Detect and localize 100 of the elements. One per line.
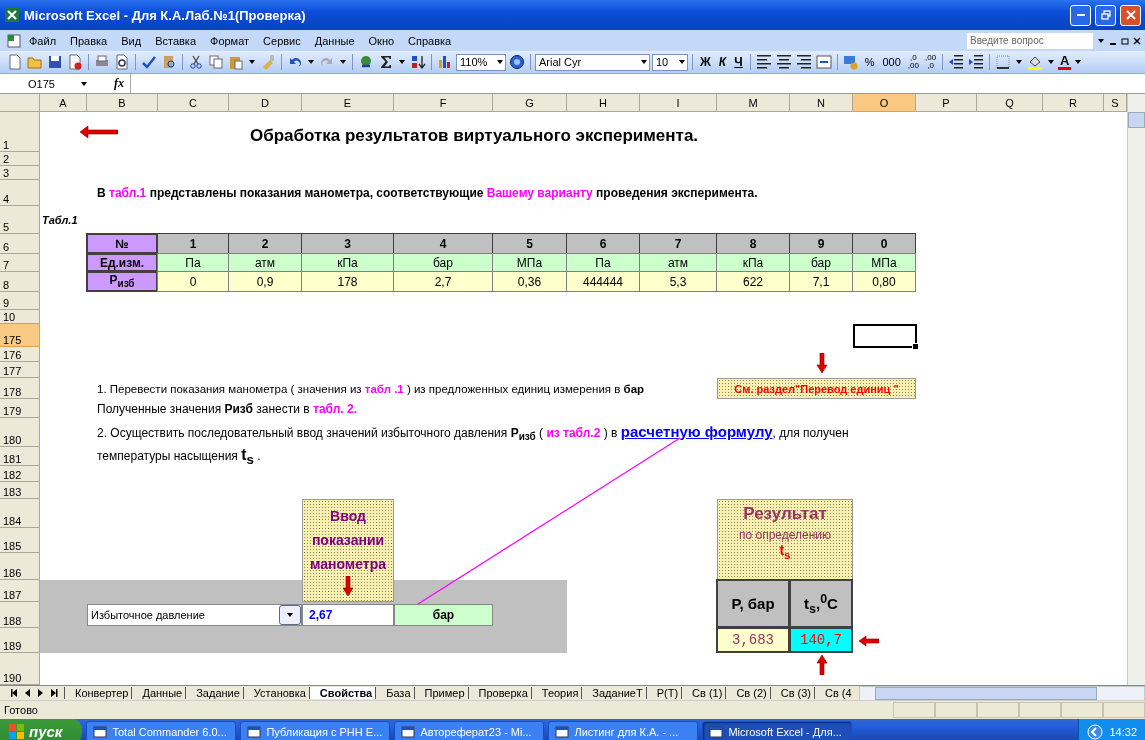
caret-icon[interactable] [1015,58,1024,66]
fill-color-icon[interactable] [1027,54,1044,70]
column-header[interactable]: R [1043,94,1104,112]
sheet-tab[interactable]: ЗаданиеТ [581,687,646,699]
cut-icon[interactable] [188,54,204,70]
taskbar-button[interactable]: Автореферат23 - Mi... [394,721,545,740]
left-triangle-icon[interactable] [10,688,19,698]
column-header[interactable]: E [302,94,394,112]
sheet-tab[interactable]: Данные [131,687,186,699]
copy-icon[interactable] [208,54,224,70]
selected-cell[interactable] [853,324,917,348]
right-triangle-icon[interactable] [36,688,45,698]
minimize-button[interactable] [1070,4,1091,26]
caret-icon[interactable] [398,58,406,66]
sheet-tab[interactable]: Св (2) [725,687,770,699]
paste-icon[interactable] [228,54,244,70]
menu-item[interactable]: Вид [114,32,149,49]
row-header[interactable]: 187 [0,580,40,602]
column-header[interactable]: A [40,94,87,112]
start-button[interactable]: пуск [0,719,83,740]
sheet-tab[interactable]: Св (1) [681,687,726,699]
align-right-icon[interactable] [795,54,812,70]
sheet-tab[interactable]: Свойства [308,687,376,699]
spelling-icon[interactable] [141,54,157,70]
sheet-tab[interactable]: Пример [413,687,468,699]
help-search-field[interactable]: Введите вопрос [967,32,1093,49]
caret-icon[interactable] [80,79,88,88]
caret-icon[interactable] [248,58,256,66]
column-header[interactable]: S [1104,94,1127,112]
caret-icon[interactable] [640,58,648,66]
font-color-button[interactable]: A [1058,54,1072,70]
horizontal-scrollbar[interactable] [858,686,1145,700]
currency-icon[interactable] [842,54,859,70]
row-header[interactable]: 181 [0,447,40,466]
align-center-icon[interactable] [775,54,792,70]
caret-icon[interactable] [678,58,686,66]
column-header[interactable]: F [394,94,493,112]
column-header[interactable]: G [493,94,567,112]
column-header[interactable]: H [567,94,640,112]
caret-icon[interactable] [1097,36,1105,45]
column-header[interactable]: O [853,94,916,112]
caret-icon[interactable] [286,611,294,619]
sheet-tab[interactable]: Задание [185,687,243,699]
column-header[interactable]: I [640,94,717,112]
sort-icon[interactable] [410,54,426,70]
font-size-field[interactable]: 10 [652,53,688,71]
menu-item[interactable]: Файл [22,32,64,49]
row-header[interactable]: 188 [0,602,40,628]
decimal-button[interactable]: ,00 ,0 [922,54,939,70]
caret-icon[interactable] [307,58,315,66]
formula-link[interactable]: расчетную формулу [620,422,773,440]
font-field[interactable]: Arial Cyr [535,53,650,71]
permission-icon[interactable] [67,54,83,70]
menu-item[interactable]: Сервис [256,32,308,49]
vertical-scrollbar[interactable] [1127,94,1145,685]
row-header[interactable]: 179 [0,399,40,418]
menu-item[interactable]: Данные [307,32,362,49]
row-header[interactable]: 1 [0,112,40,152]
chart-icon[interactable] [437,54,453,70]
right-triangle-icon[interactable] [49,688,58,698]
number-format-button[interactable]: % [861,56,878,68]
function-label[interactable]: fx [114,76,124,91]
taskbar-button[interactable]: Листинг для К.А. - ... [548,721,699,740]
text-style-button[interactable]: Ж [697,55,714,69]
sheet-tab[interactable]: Теория [530,687,582,699]
column-header[interactable]: C [158,94,229,112]
left-triangle-icon[interactable] [23,688,32,698]
caret-icon[interactable] [496,58,504,66]
taskbar-button[interactable]: Публикация с РНН Е... [240,721,391,740]
research-icon[interactable] [161,54,177,70]
row-header[interactable]: 8 [0,272,40,292]
row-header[interactable]: 177 [0,362,40,378]
menu-item[interactable]: Справка [401,32,459,49]
pressure-input[interactable]: 2,67 [302,604,394,626]
sheet-tab[interactable]: Конвертер [64,687,132,699]
row-header[interactable]: 2 [0,152,40,166]
sigma-icon[interactable] [378,54,394,70]
increase-indent-icon[interactable] [968,54,985,70]
sheet-tab[interactable]: Проверка [467,687,531,699]
text-style-button[interactable]: К [715,55,730,69]
decrease-indent-icon[interactable] [948,54,965,70]
row-header[interactable]: 10 [0,310,40,324]
column-header[interactable]: B [87,94,158,112]
new-document-icon[interactable] [7,54,23,70]
column-header[interactable]: N [790,94,853,112]
caret-icon[interactable] [339,58,347,66]
save-icon[interactable] [47,54,63,70]
restore-button[interactable] [1095,4,1116,26]
row-header[interactable]: 176 [0,347,40,362]
caret-icon[interactable] [1047,58,1056,66]
pressure-dropdown[interactable]: Избыточное давление [87,604,302,626]
row-header[interactable]: 4 [0,180,40,206]
menu-item[interactable]: Формат [203,32,257,49]
menu-item[interactable]: Окно [361,32,402,49]
row-header[interactable]: 7 [0,254,40,272]
text-style-button[interactable]: Ч [731,55,746,69]
row-header[interactable]: 9 [0,292,40,310]
zoom-field[interactable]: 110% [456,53,506,71]
row-header[interactable]: 3 [0,166,40,180]
print-preview-icon[interactable] [114,54,130,70]
